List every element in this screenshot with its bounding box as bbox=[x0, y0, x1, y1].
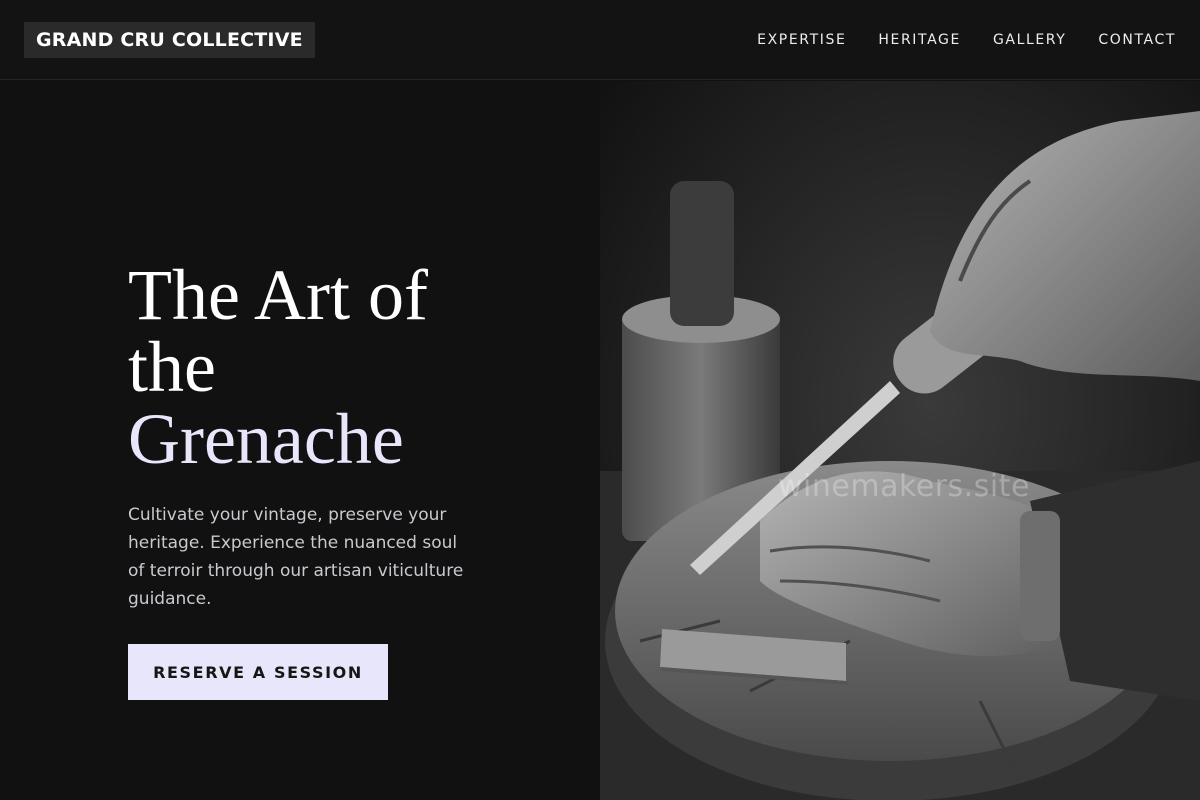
nav-link-contact[interactable]: CONTACT bbox=[1098, 32, 1176, 48]
hero-text-panel: The Art of the Grenache Cultivate your v… bbox=[0, 81, 600, 800]
site-header: GRAND CRU COLLECTIVE EXPERTISE HERITAGE … bbox=[0, 0, 1200, 80]
craftsman-carving-photo bbox=[600, 81, 1200, 800]
hero-title-accent: Grenache bbox=[128, 399, 404, 479]
nav-link-heritage[interactable]: HERITAGE bbox=[878, 32, 961, 48]
hero-title-line1: The Art of bbox=[128, 255, 428, 335]
hero-copy: The Art of the Grenache Cultivate your v… bbox=[128, 259, 488, 613]
hero-title-line2: the bbox=[128, 327, 216, 407]
hero-image-panel: winemakers.site bbox=[600, 81, 1200, 800]
brand-logo[interactable]: GRAND CRU COLLECTIVE bbox=[24, 21, 315, 58]
main-nav: EXPERTISE HERITAGE GALLERY CONTACT bbox=[725, 32, 1176, 48]
watermark-text: winemakers.site bbox=[778, 469, 1030, 504]
hero-title: The Art of the Grenache bbox=[128, 259, 488, 475]
nav-link-expertise[interactable]: EXPERTISE bbox=[757, 32, 846, 48]
reserve-session-button[interactable]: RESERVE A SESSION bbox=[128, 644, 388, 700]
nav-link-gallery[interactable]: GALLERY bbox=[993, 32, 1066, 48]
hero-subtitle: Cultivate your vintage, preserve your he… bbox=[128, 505, 464, 609]
